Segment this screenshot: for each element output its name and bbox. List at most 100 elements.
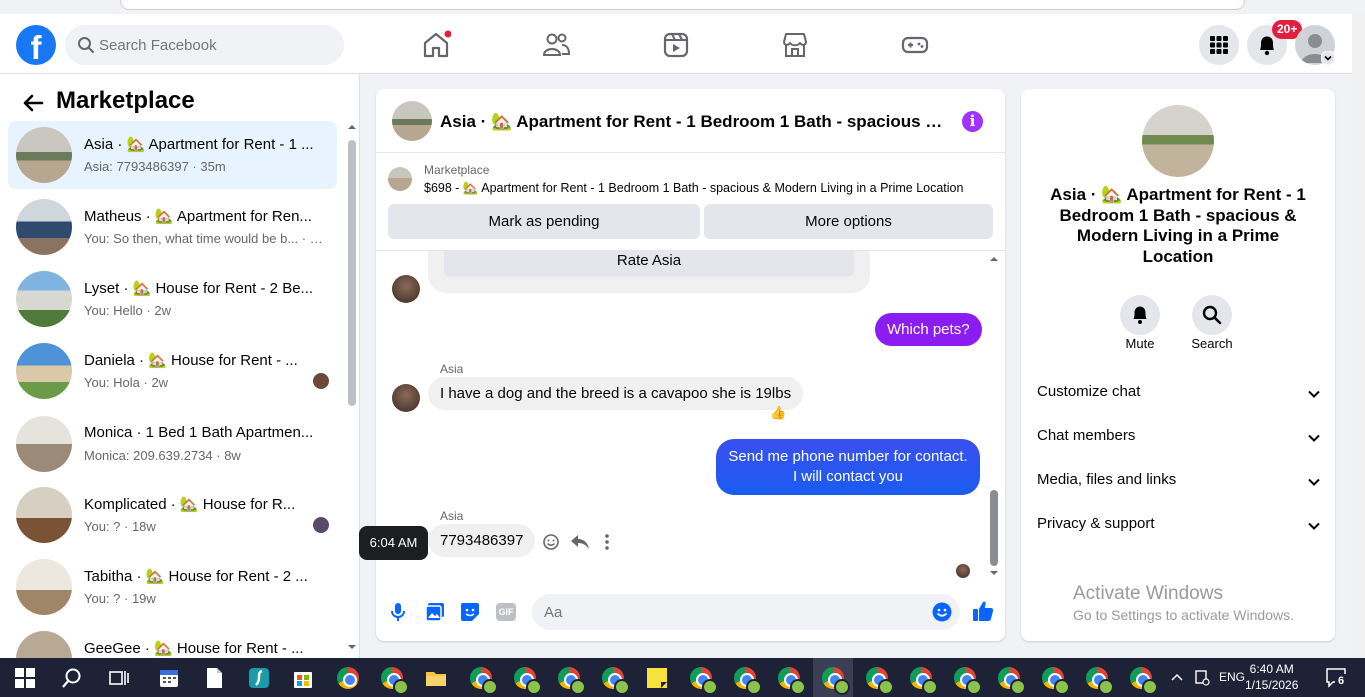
chrome-profile-icon[interactable] [381, 667, 409, 695]
gif-button[interactable]: GIF [496, 603, 516, 621]
conversation-item-geegee[interactable]: GeeGee · 🏡 House for Rent - ... [8, 625, 337, 658]
chat-avatar[interactable] [392, 101, 432, 141]
scroll-up-icon[interactable] [989, 254, 999, 264]
search-conversation-button[interactable] [1192, 295, 1232, 335]
conversation-item-daniela[interactable]: Daniela · 🏡 House for Rent - ... You: Ho… [8, 337, 337, 405]
bell-icon [1133, 306, 1147, 324]
chrome-profile-icon[interactable] [954, 667, 982, 695]
scrollbar-thumb[interactable] [990, 490, 998, 566]
scrollbar-thumb[interactable] [348, 140, 356, 406]
notification-center-button[interactable]: 6 [1325, 666, 1347, 688]
facebook-logo[interactable]: f [16, 25, 56, 65]
message-scrollbar[interactable] [988, 254, 1000, 580]
marketplace-icon[interactable] [780, 30, 810, 60]
task-view-icon[interactable] [108, 667, 130, 689]
sway-app-icon[interactable] [248, 667, 270, 689]
section-customize-chat[interactable]: Customize chat [1037, 383, 1321, 407]
conversation-item-matheus[interactable]: Matheus · 🏡 Apartment for Ren... You: So… [8, 193, 337, 261]
menu-button[interactable] [1199, 25, 1239, 65]
chrome-profile-icon[interactable] [866, 667, 894, 695]
message-input[interactable] [532, 594, 960, 630]
search-box[interactable] [65, 25, 344, 65]
more-options-button[interactable]: More options [704, 204, 993, 239]
incoming-message[interactable]: I have a dog and the breed is a cavapoo … [428, 377, 804, 410]
more-actions-icon[interactable] [602, 533, 612, 551]
chrome-profile-icon[interactable] [470, 667, 498, 695]
chrome-profile-icon[interactable] [1130, 667, 1158, 695]
conversation-item-asia[interactable]: Asia · 🏡 Apartment for Rent - 1 ... Asia… [8, 121, 337, 189]
browser-address-bar[interactable] [120, 0, 1245, 10]
chrome-icon[interactable] [337, 667, 359, 689]
chrome-profile-icon[interactable] [558, 667, 586, 695]
scroll-down-icon[interactable] [347, 642, 357, 652]
windows-start-icon[interactable] [14, 667, 36, 689]
chat-title[interactable]: Asia · 🏡 Apartment for Rent - 1 Bedroom … [440, 112, 950, 132]
chrome-profile-icon[interactable] [1086, 667, 1114, 695]
chrome-profile-icon[interactable] [514, 667, 542, 695]
clock[interactable]: 6:40 AM 1/15/2026 [1245, 661, 1298, 693]
conversation-avatar [16, 416, 72, 472]
conversation-name: Tabitha · 🏡 House for Rent - 2 ... [84, 568, 308, 585]
chrome-profile-icon[interactable] [1042, 667, 1070, 695]
conversation-avatar [16, 343, 72, 399]
like-icon[interactable] [972, 600, 994, 622]
section-privacy-support[interactable]: Privacy & support [1037, 515, 1321, 539]
conversation-item-komplicated[interactable]: Komplicated · 🏡 House for R... You: ? · … [8, 481, 337, 549]
chrome-profile-icon[interactable] [602, 667, 630, 695]
chrome-profile-icon[interactable] [690, 667, 718, 695]
home-icon[interactable] [421, 30, 451, 60]
outgoing-message[interactable]: Send me phone number for contact. I will… [716, 439, 980, 495]
search-input[interactable] [99, 25, 329, 65]
chrome-profile-icon[interactable] [998, 667, 1026, 695]
incoming-message[interactable]: 7793486397 [428, 524, 536, 557]
conversation-item-tabitha[interactable]: Tabitha · 🏡 House for Rent - 2 ... You: … [8, 553, 337, 621]
language-indicator[interactable]: ENG [1219, 670, 1245, 684]
reaction-thumbs-up[interactable]: 👍 [770, 405, 786, 421]
conversation-item-monica[interactable]: Monica · 1 Bed 1 Bath Apartmen... Monica… [8, 410, 337, 478]
react-icon[interactable] [542, 533, 560, 551]
mute-button[interactable] [1120, 295, 1160, 335]
taskbar-search-icon[interactable] [61, 667, 83, 689]
store-icon[interactable] [292, 667, 314, 689]
microphone-icon[interactable] [390, 602, 406, 622]
listing-source: Marketplace [424, 163, 490, 177]
video-icon[interactable] [661, 30, 691, 60]
file-explorer-icon[interactable] [425, 667, 447, 689]
page-scrollbar[interactable] [1352, 14, 1365, 658]
account-chevron-icon[interactable] [1321, 51, 1335, 65]
rate-asia-button[interactable]: Rate Asia [444, 251, 854, 277]
rate-card: Rate Asia [428, 251, 870, 293]
back-arrow-icon[interactable] [22, 92, 44, 114]
chrome-profile-icon[interactable] [734, 667, 762, 695]
conversation-item-lyset[interactable]: Lyset · 🏡 House for Rent - 2 Be... You: … [8, 265, 337, 333]
notepad-icon[interactable] [203, 667, 225, 689]
reply-icon[interactable] [570, 533, 590, 551]
outgoing-message[interactable]: Which pets? [875, 313, 982, 346]
chrome-profile-icon[interactable] [778, 667, 806, 695]
conversation-avatar [16, 271, 72, 327]
message-thread: Rate Asia Which pets? Asia I have a dog … [376, 251, 1005, 581]
sticker-icon[interactable] [460, 602, 480, 622]
listing-thumbnail[interactable] [388, 167, 412, 191]
listing-avatar[interactable] [1142, 105, 1214, 177]
scroll-up-icon[interactable] [347, 122, 357, 132]
network-icon[interactable] [1194, 669, 1210, 687]
calendar-app-icon[interactable] [158, 667, 180, 689]
listing-title[interactable]: $698 - 🏡 Apartment for Rent - 1 Bedroom … [424, 181, 963, 196]
seen-avatar [313, 517, 329, 533]
info-icon[interactable]: i [962, 111, 983, 132]
scroll-down-icon[interactable] [989, 568, 999, 578]
mark-as-pending-button[interactable]: Mark as pending [388, 204, 700, 239]
section-chat-members[interactable]: Chat members [1037, 427, 1321, 451]
chrome-profile-icon[interactable] [910, 667, 938, 695]
conversation-list-scrollbar[interactable] [347, 122, 357, 652]
friends-icon[interactable] [541, 30, 571, 60]
section-media-files-links[interactable]: Media, files and links [1037, 471, 1321, 495]
gaming-icon[interactable] [900, 30, 930, 60]
photo-icon[interactable] [425, 602, 445, 622]
emoji-icon[interactable] [932, 602, 952, 622]
chrome-profile-icon[interactable] [822, 667, 850, 695]
sticky-notes-icon[interactable] [646, 667, 668, 689]
chevron-down-icon [1308, 478, 1320, 486]
tray-chevron-up-icon[interactable] [1170, 671, 1184, 685]
